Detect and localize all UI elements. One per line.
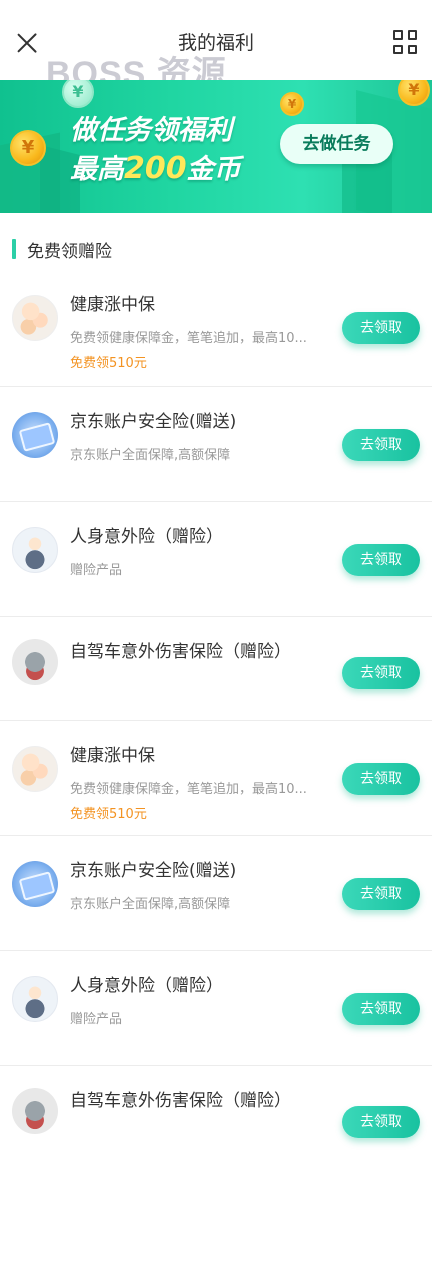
item-description: 免费领健康保障金，笔笔追加，最高10... [70, 331, 307, 346]
banner-line2-prefix: 最高 [70, 154, 124, 185]
banner-line2: 最高200金币 [70, 150, 241, 189]
claim-button[interactable]: 去领取 [342, 657, 420, 689]
item-title: 健康涨中保 [70, 746, 155, 766]
claim-button[interactable]: 去领取 [342, 312, 420, 344]
grid-menu-icon[interactable] [393, 30, 417, 54]
person-icon [12, 527, 58, 573]
coin-icon: ¥ [62, 80, 94, 108]
section-header: 免费领赠险 [0, 228, 432, 268]
item-description: 赠险产品 [70, 1012, 123, 1027]
item-title: 人身意外险（赠险） [70, 976, 223, 996]
banner-line2-suffix: 金币 [186, 154, 241, 185]
list-item[interactable]: 京东账户安全险(赠送) 京东账户全面保障,高额保障 去领取 [0, 836, 432, 951]
item-promo: 免费领510元 [70, 356, 147, 371]
top-bar: 我的福利 BOSS 资源 [0, 0, 432, 93]
coin-icon: ¥ [10, 130, 46, 166]
coin-icon: ¥ [280, 92, 304, 116]
item-title: 自驾车意外伤害保险（赠险） [70, 1091, 291, 1111]
item-title: 京东账户安全险(赠送) [70, 412, 237, 432]
claim-button[interactable]: 去领取 [342, 544, 420, 576]
item-description: 免费领健康保障金，笔笔追加，最高10... [70, 782, 307, 797]
car-icon [12, 639, 58, 685]
item-promo: 免费领510元 [70, 807, 147, 822]
banner-amount: 200 [124, 151, 187, 186]
list-item[interactable]: 自驾车意外伤害保险（赠险） 去领取 [0, 617, 432, 721]
claim-button[interactable]: 去领取 [342, 763, 420, 795]
card-icon [12, 412, 58, 458]
claim-button[interactable]: 去领取 [342, 878, 420, 910]
item-description: 京东账户全面保障,高额保障 [70, 448, 231, 463]
list-item[interactable]: 人身意外险（赠险） 赠险产品 去领取 [0, 502, 432, 617]
claim-button[interactable]: 去领取 [342, 429, 420, 461]
list-item[interactable]: 健康涨中保免费领健康保障金，笔笔追加，最高10... 免费领510元 去领取 [0, 721, 432, 836]
list-item[interactable]: 健康涨中保免费领健康保障金，笔笔追加，最高10... 免费领510元 去领取 [0, 270, 432, 387]
do-task-button[interactable]: 去做任务 [280, 124, 393, 164]
item-description: 京东账户全面保障,高额保障 [70, 897, 231, 912]
claim-button[interactable]: 去领取 [342, 993, 420, 1025]
claim-button[interactable]: 去领取 [342, 1106, 420, 1138]
item-title: 自驾车意外伤害保险（赠险） [70, 642, 291, 662]
item-title: 人身意外险（赠险） [70, 527, 223, 547]
item-description: 赠险产品 [70, 563, 123, 578]
family-icon [12, 746, 58, 792]
banner-headline: 做任务领福利 最高200金币 [70, 112, 241, 189]
coin-icon: ¥ [398, 80, 430, 106]
list-item[interactable]: 自驾车意外伤害保险（赠险） 去领取 [0, 1066, 432, 1170]
person-icon [12, 976, 58, 1022]
banner-line1: 做任务领福利 [70, 115, 232, 146]
car-icon [12, 1088, 58, 1134]
list-item[interactable]: 京东账户安全险(赠送) 京东账户全面保障,高额保障 去领取 [0, 387, 432, 502]
section-title: 免费领赠险 [27, 242, 112, 262]
item-title: 京东账户安全险(赠送) [70, 861, 237, 881]
family-icon [12, 295, 58, 341]
item-title: 健康涨中保 [70, 295, 155, 315]
list-item[interactable]: 人身意外险（赠险） 赠险产品 去领取 [0, 951, 432, 1066]
section-accent-bar [12, 239, 16, 259]
card-icon [12, 861, 58, 907]
